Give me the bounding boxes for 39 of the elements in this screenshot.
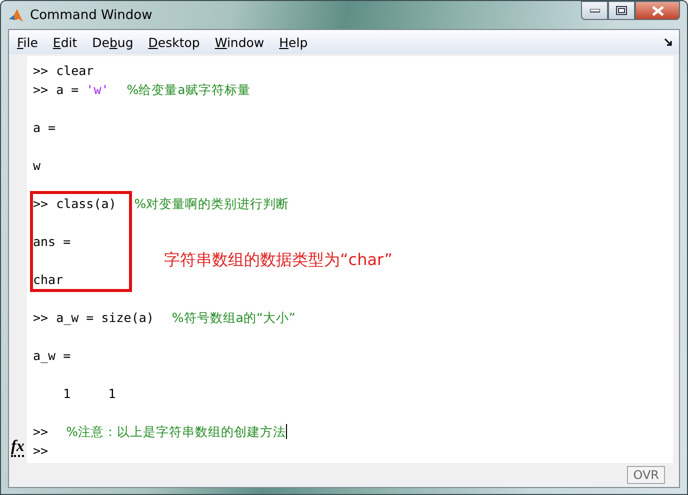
menu-item[interactable]: Help [275, 34, 314, 50]
undock-arrow-icon[interactable] [664, 38, 673, 46]
minimize-icon [590, 8, 600, 12]
code-text: clear [56, 62, 94, 80]
maximize-icon [616, 6, 627, 15]
prompt: >> [33, 423, 48, 441]
overwrite-indicator: OVR [627, 466, 665, 484]
close-button[interactable] [635, 1, 680, 20]
menu-item[interactable]: Desktop [144, 34, 206, 50]
annotation-text: 字符串数组的数据类型为“char” [164, 250, 393, 271]
menu-item[interactable]: Edit [48, 34, 84, 50]
string-literal: 'w' [86, 81, 109, 99]
code-text: a = [56, 81, 80, 99]
menu-item[interactable]: Debug [88, 34, 140, 50]
minimize-button[interactable] [581, 1, 608, 20]
prompt: >> [33, 62, 48, 80]
code-text: class(a) [56, 195, 116, 213]
code-text: char [33, 271, 64, 289]
close-icon [652, 6, 664, 16]
menu-item[interactable]: File [13, 34, 44, 50]
code-text: 1 1 [62, 385, 116, 403]
code-text: a = [33, 119, 56, 137]
window-title: Command Window [30, 8, 152, 22]
prompt: >> [33, 442, 48, 460]
comment-text: %符号数组a的“大小” [172, 309, 296, 327]
comment-text: %注意：以上是字符串数组的创建方法 [66, 423, 286, 441]
prompt: >> [33, 81, 48, 99]
comment-text: %对变量啊的类别进行判断 [134, 195, 290, 213]
code-text: ans = [33, 233, 71, 251]
code-text: a_w = [33, 347, 71, 365]
app-logo-icon [8, 7, 24, 23]
maximize-button[interactable] [608, 1, 635, 20]
function-browser-button[interactable]: fx [11, 439, 24, 457]
prompt: >> [33, 309, 48, 327]
menu-item[interactable]: Window [210, 34, 270, 50]
code-text: w [33, 157, 41, 175]
comment-text: %给变量a赋字符标量 [126, 81, 250, 99]
prompt: >> [33, 195, 48, 213]
code-text: a_w = size(a) [56, 309, 154, 327]
